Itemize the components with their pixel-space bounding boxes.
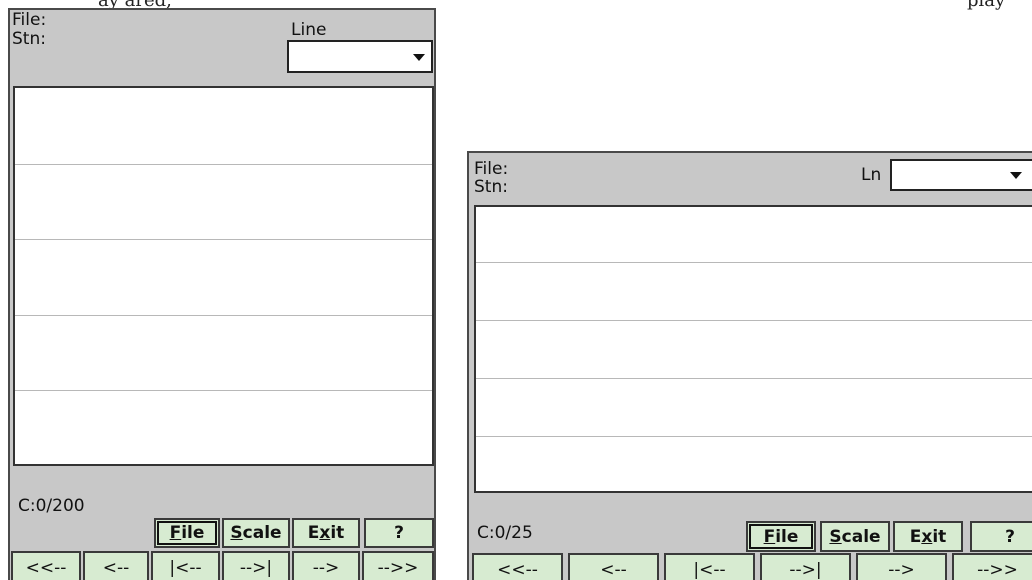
line-dropdown[interactable] [287, 40, 433, 73]
station-label: Stn: [474, 177, 508, 197]
list-row[interactable] [476, 321, 1032, 379]
line-dropdown[interactable] [890, 159, 1032, 191]
record-counter: C:0/200 [18, 496, 85, 516]
nav-prev-label: <-- [600, 559, 627, 580]
exit-button[interactable]: Ex it [292, 518, 360, 548]
exit-button-mnemonic: x [319, 523, 331, 543]
data-list[interactable] [13, 86, 434, 466]
record-counter: C:0/25 [477, 523, 533, 543]
chevron-down-icon[interactable] [413, 53, 425, 61]
line-label: Ln [861, 165, 882, 185]
device-screen-landscape: File: Stn: Ln C:0/25 File Scale Ex it ? <… [467, 151, 1032, 580]
file-button-rest: ile [775, 526, 799, 547]
scale-button-mnemonic: S [230, 523, 243, 543]
file-button-mnemonic: F [169, 523, 182, 543]
nav-prev-button[interactable]: <-- [568, 553, 659, 580]
help-button[interactable]: ? [970, 521, 1032, 552]
nav-prev-page-label: |<-- [169, 557, 202, 578]
file-button[interactable]: File [746, 521, 816, 552]
scale-button[interactable]: Scale [222, 518, 290, 548]
help-button-label: ? [1005, 526, 1015, 547]
help-button[interactable]: ? [364, 518, 434, 548]
scale-button-mnemonic: S [829, 526, 842, 547]
exit-button-rest: it [932, 526, 947, 547]
list-row[interactable] [476, 263, 1032, 321]
scale-button-rest: cale [841, 526, 881, 547]
device-screen-portrait: File: Stn: Line C:0/200 File Scale Ex it … [8, 8, 436, 580]
list-row[interactable] [15, 316, 432, 391]
nav-next-page-button[interactable]: -->| [760, 553, 851, 580]
list-row[interactable] [476, 207, 1032, 263]
list-row[interactable] [15, 240, 432, 316]
nav-prev-button[interactable]: <-- [83, 551, 149, 580]
nav-next-label: --> [888, 559, 915, 580]
nav-first-label: <<-- [25, 557, 67, 578]
nav-first-label: <<-- [497, 559, 538, 580]
nav-prev-label: <-- [102, 557, 130, 578]
file-button-rest: ile [181, 523, 205, 543]
nav-next-button[interactable]: --> [856, 553, 947, 580]
nav-prev-page-label: |<-- [693, 559, 726, 580]
scale-button[interactable]: Scale [820, 521, 890, 552]
line-label: Line [291, 20, 327, 40]
cropped-text-right: play [967, 0, 1006, 11]
station-label: Stn: [12, 29, 46, 49]
file-button-mnemonic: F [763, 526, 776, 547]
chevron-down-icon[interactable] [1010, 172, 1022, 179]
list-row[interactable] [15, 88, 432, 165]
nav-last-label: -->> [977, 559, 1018, 580]
file-button[interactable]: File [154, 518, 220, 548]
nav-last-label: -->> [377, 557, 419, 578]
nav-last-button[interactable]: -->> [952, 553, 1032, 580]
nav-next-page-label: -->| [789, 559, 822, 580]
nav-prev-page-button[interactable]: |<-- [664, 553, 755, 580]
exit-button-mnemonic: x [921, 526, 933, 547]
nav-next-button[interactable]: --> [292, 551, 360, 580]
help-button-label: ? [394, 523, 404, 543]
nav-last-button[interactable]: -->> [362, 551, 434, 580]
list-row[interactable] [476, 379, 1032, 437]
file-label: File: [12, 10, 47, 30]
nav-prev-page-button[interactable]: |<-- [151, 551, 220, 580]
nav-first-button[interactable]: <<-- [472, 553, 563, 580]
exit-button-pre: E [909, 526, 922, 547]
exit-button-pre: E [307, 523, 320, 543]
exit-button[interactable]: Ex it [893, 521, 963, 552]
scale-button-rest: cale [242, 523, 282, 543]
nav-next-page-label: -->| [239, 557, 273, 578]
data-list[interactable] [474, 205, 1032, 493]
nav-next-label: --> [312, 557, 340, 578]
list-row[interactable] [15, 165, 432, 240]
exit-button-rest: it [330, 523, 345, 543]
nav-next-page-button[interactable]: -->| [222, 551, 290, 580]
file-label: File: [474, 159, 509, 179]
page: ay ared, play File: Stn: Line C:0/200 Fi… [0, 0, 1032, 580]
nav-first-button[interactable]: <<-- [11, 551, 81, 580]
